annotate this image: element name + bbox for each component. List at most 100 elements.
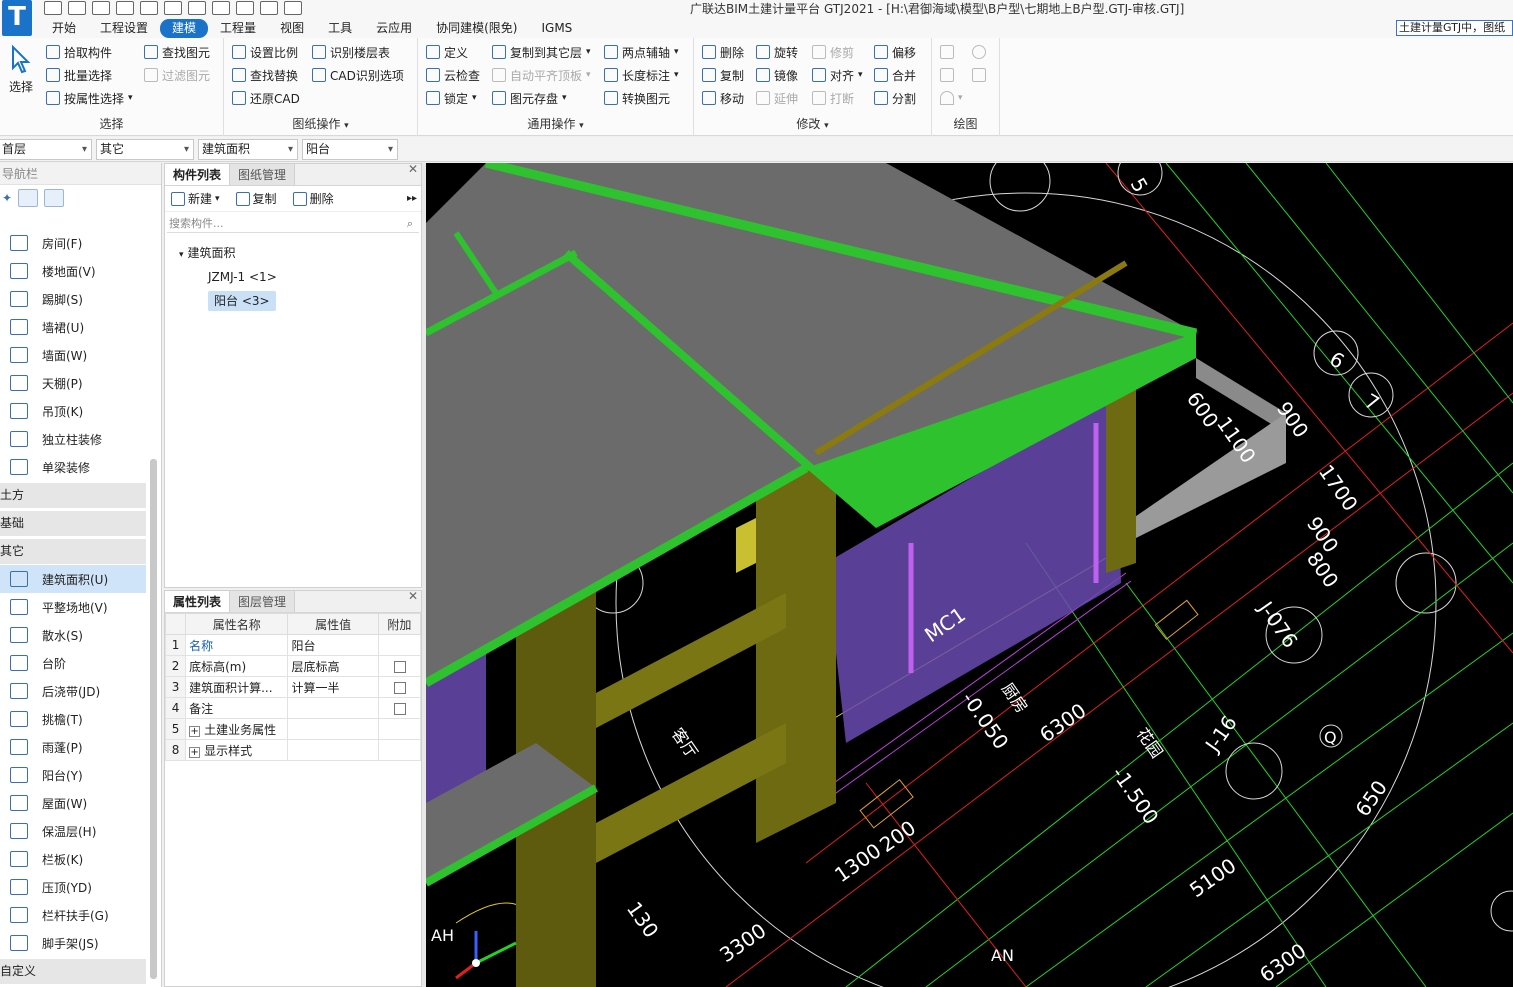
nav-item[interactable]: 独立柱装修: [0, 425, 146, 453]
nav-scrollbar[interactable]: [150, 459, 157, 979]
batch-select-button[interactable]: 批量选择: [46, 65, 112, 85]
nav-category-earth[interactable]: 土方: [0, 483, 146, 508]
property-row[interactable]: 3 建筑面积计算... 计算一半: [164, 676, 422, 698]
nav-item[interactable]: 脚手架(JS): [0, 929, 146, 957]
summary-icon[interactable]: [188, 1, 206, 15]
expand-icon[interactable]: +: [189, 746, 201, 758]
nav-item[interactable]: 阳台(Y): [0, 761, 146, 789]
list-view-icon[interactable]: [18, 189, 39, 207]
tab-layer-management[interactable]: 图层管理: [230, 591, 296, 612]
new-component-button[interactable]: 新建 ▾: [171, 190, 220, 207]
detail-view-icon[interactable]: [44, 189, 65, 207]
find-replace-button[interactable]: 查找替换: [232, 65, 298, 85]
report-icon[interactable]: [212, 1, 230, 15]
property-value[interactable]: 阳台: [287, 634, 379, 656]
property-row[interactable]: 2 底标高(m) 层底标高: [164, 655, 422, 677]
filter-element-button[interactable]: 过滤图元: [144, 65, 210, 85]
property-value[interactable]: 层底标高: [287, 655, 379, 677]
component-search-input[interactable]: 搜索构件... ⌕: [167, 214, 419, 233]
menu-tab[interactable]: 开始: [40, 19, 88, 38]
copy-button[interactable]: 复制: [702, 65, 744, 85]
nav-item[interactable]: 压顶(YD): [0, 873, 146, 901]
draw-point-button[interactable]: [940, 42, 954, 62]
pin-icon[interactable]: ✦: [2, 191, 12, 205]
nav-item[interactable]: 单梁装修: [0, 453, 146, 481]
save-icon[interactable]: [116, 1, 134, 15]
menu-tab[interactable]: 视图: [268, 19, 316, 38]
nav-item[interactable]: 雨蓬(P): [0, 733, 146, 761]
find-element-button[interactable]: 查找图元: [144, 42, 210, 62]
move-button[interactable]: 移动: [702, 88, 744, 108]
nav-item[interactable]: 挑檐(T): [0, 705, 146, 733]
nav-item[interactable]: 墙裙(U): [0, 313, 146, 341]
menu-tab[interactable]: 云应用: [364, 19, 424, 38]
nav-category-custom[interactable]: 自定义: [0, 959, 146, 984]
select-by-attribute-button[interactable]: 按属性选择 ▾: [46, 88, 133, 108]
length-dimension-button[interactable]: 长度标注 ▾: [604, 65, 679, 85]
nav-item[interactable]: 保温层(H): [0, 817, 146, 845]
calc-icon[interactable]: [260, 1, 278, 15]
grid-icon[interactable]: [236, 1, 254, 15]
pick-component-button[interactable]: 拾取构件: [46, 42, 112, 62]
break-button[interactable]: 打断: [812, 88, 854, 108]
select-tool-button[interactable]: 选择: [6, 44, 36, 95]
open-folder-icon[interactable]: [92, 1, 110, 15]
ribbon-group-label[interactable]: 通用操作 ▾: [418, 115, 693, 132]
expand-icon[interactable]: +: [189, 725, 201, 737]
draw-rect-button[interactable]: [972, 65, 986, 85]
menu-tab[interactable]: 建模: [160, 19, 209, 38]
ribbon-group-label[interactable]: 图纸操作 ▾: [224, 115, 417, 132]
property-value[interactable]: [287, 718, 379, 740]
tree-group-building-area[interactable]: ▾ 建筑面积: [165, 241, 421, 265]
nav-item[interactable]: 楼地面(V): [0, 257, 146, 285]
set-scale-button[interactable]: 设置比例: [232, 42, 298, 62]
nav-item[interactable]: 后浇带(JD): [0, 677, 146, 705]
nav-item[interactable]: 栏杆扶手(G): [0, 901, 146, 929]
draw-line-button[interactable]: [940, 65, 954, 85]
two-point-axis-button[interactable]: 两点辅轴 ▾: [604, 42, 679, 62]
search-icon[interactable]: ⌕: [407, 214, 413, 233]
tab-property-list[interactable]: 属性列表: [165, 591, 231, 612]
nav-item[interactable]: 散水(S): [0, 621, 146, 649]
merge-button[interactable]: 合并: [874, 65, 916, 85]
tree-item[interactable]: JZMJ-1 <1>: [165, 265, 421, 289]
save-element-button[interactable]: 图元存盘 ▾: [492, 88, 567, 108]
nav-item[interactable]: 踢脚(S): [0, 285, 146, 313]
restore-cad-button[interactable]: 还原CAD: [232, 88, 300, 108]
nav-item[interactable]: 平整场地(V): [0, 593, 146, 621]
convert-element-button[interactable]: 转换图元: [604, 88, 670, 108]
nav-item[interactable]: 吊顶(K): [0, 397, 146, 425]
cloud-check-button[interactable]: 云检查: [426, 65, 480, 85]
extend-button[interactable]: 延伸: [756, 88, 798, 108]
nav-item[interactable]: 房间(F): [0, 229, 146, 257]
rotate-button[interactable]: 旋转: [756, 42, 798, 62]
property-value[interactable]: [287, 739, 379, 761]
refresh-icon[interactable]: [284, 1, 302, 15]
redo-icon[interactable]: [164, 1, 182, 15]
property-row[interactable]: 4 备注: [164, 697, 422, 719]
tab-component-list[interactable]: 构件列表: [165, 164, 231, 185]
new-file-icon[interactable]: [68, 1, 86, 15]
mirror-button[interactable]: 镜像: [756, 65, 798, 85]
component-select[interactable]: 阳台: [302, 139, 398, 160]
menu-tab[interactable]: 工具: [316, 19, 364, 38]
nav-item[interactable]: 天棚(P): [0, 369, 146, 397]
split-button[interactable]: 分割: [874, 88, 916, 108]
upload-icon[interactable]: [44, 1, 62, 15]
drawing-canvas[interactable]: 6300 6300 5100 3300 1300 200 900 900 800…: [426, 163, 1513, 987]
nav-category-foundation[interactable]: 基础: [0, 511, 146, 536]
identify-floor-table-button[interactable]: 识别楼层表: [312, 42, 390, 62]
property-row[interactable]: 8 + 显示样式: [164, 739, 422, 761]
nav-item[interactable]: 屋面(W): [0, 789, 146, 817]
app-logo[interactable]: T: [2, 0, 32, 36]
tree-item[interactable]: 阳台 <3>: [165, 289, 421, 313]
close-icon[interactable]: ✕: [408, 589, 418, 603]
floor-select[interactable]: 首层: [0, 139, 92, 160]
menu-tab[interactable]: 协同建模(限免): [424, 19, 529, 38]
extra-checkbox[interactable]: [393, 702, 406, 715]
lock-button[interactable]: 锁定 ▾: [426, 88, 477, 108]
undo-icon[interactable]: [140, 1, 158, 15]
copy-component-button[interactable]: 复制: [235, 190, 277, 207]
draw-arc-button[interactable]: ▾: [940, 88, 963, 108]
cad-options-button[interactable]: CAD识别选项: [312, 65, 404, 85]
